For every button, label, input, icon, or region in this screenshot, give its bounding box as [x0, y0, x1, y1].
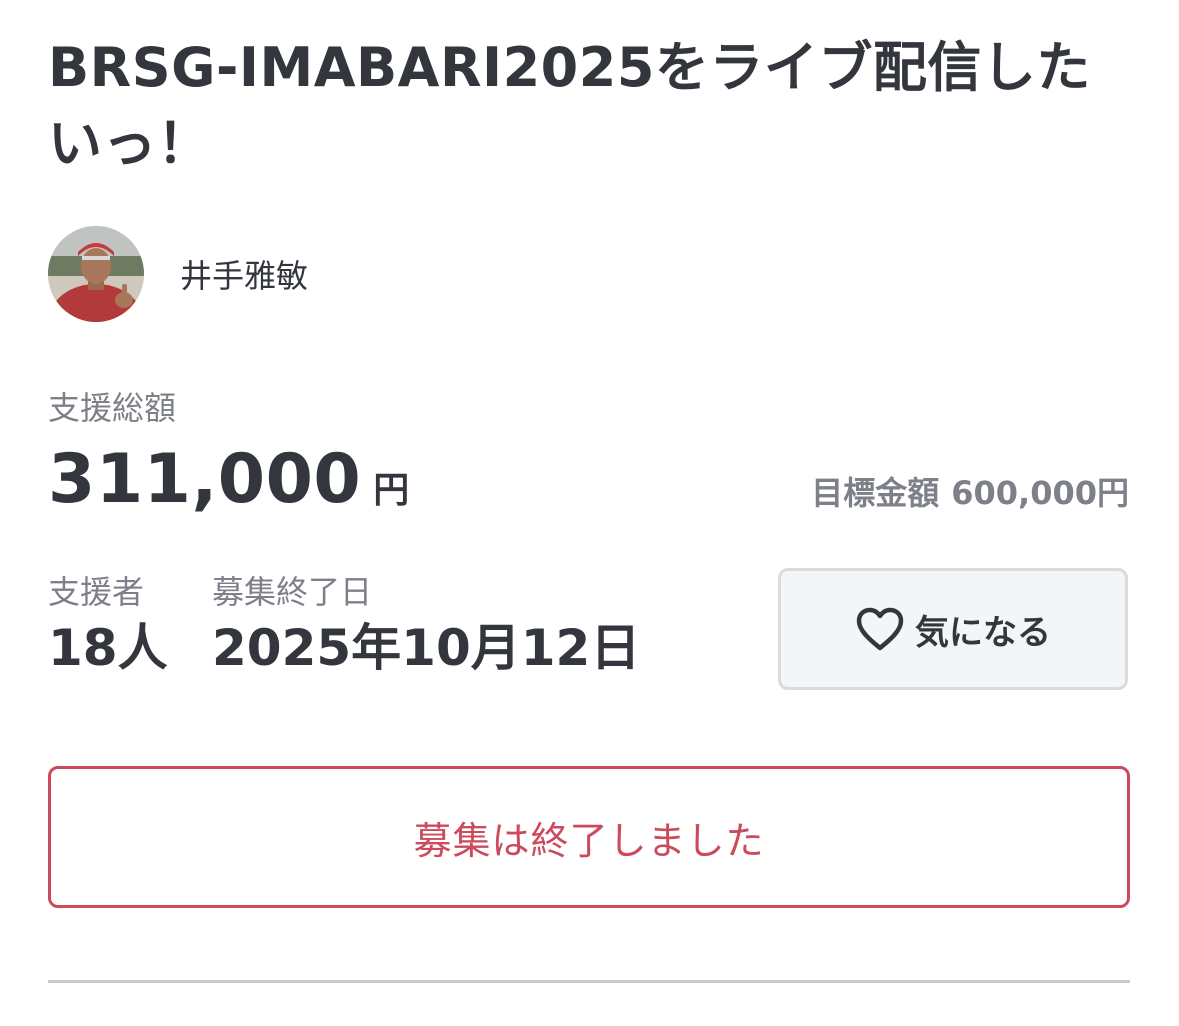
total-amount: 311,000	[48, 440, 362, 519]
total-label: 支援総額	[48, 389, 177, 427]
avatar[interactable]	[48, 226, 144, 322]
total-unit: 円	[373, 470, 410, 511]
heart-outline-icon	[855, 606, 905, 652]
total-amount-row: 311,000 円	[48, 440, 409, 519]
supporters-label: 支援者	[48, 573, 145, 611]
recruitment-closed-label: 募集は終了しました	[413, 818, 765, 863]
recruitment-closed-button[interactable]: 募集は終了しました	[48, 766, 1130, 908]
end-date-label: 募集終了日	[212, 573, 373, 611]
page-title: BRSG-IMABARI2025をライブ配信したいっ！	[48, 36, 1091, 175]
end-date-value: 2025年10月12日	[212, 619, 641, 677]
owner-row[interactable]: 井手雅敏	[48, 226, 308, 322]
favorite-label: 気になる	[915, 612, 1051, 653]
supporters-count: 18人	[48, 619, 168, 677]
goal-amount: 目標金額 600,000円	[811, 468, 1129, 514]
goal-label: 目標金額	[811, 474, 940, 512]
avatar-photo	[48, 226, 144, 322]
divider	[48, 980, 1130, 983]
goal-value: 600,000円	[951, 474, 1129, 512]
favorite-button[interactable]: 気になる	[778, 568, 1128, 690]
owner-name[interactable]: 井手雅敏	[180, 251, 308, 297]
